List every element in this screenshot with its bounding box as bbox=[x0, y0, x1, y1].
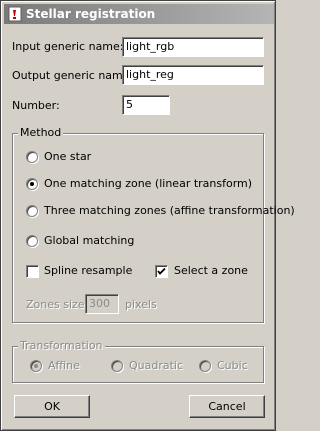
input-generic-name-label: Input generic name: bbox=[12, 40, 124, 53]
method-one-star-radio[interactable] bbox=[26, 151, 38, 163]
output-generic-name-label: Output generic name: bbox=[12, 69, 134, 82]
zones-size-unit: pixels bbox=[125, 298, 157, 311]
transformation-quadratic-radio[interactable] bbox=[111, 360, 123, 372]
number-field[interactable]: 5 bbox=[122, 95, 170, 115]
method-global-matching-radio[interactable] bbox=[26, 235, 38, 247]
spline-resample-label[interactable]: Spline resample bbox=[44, 264, 132, 277]
cancel-button[interactable]: Cancel bbox=[189, 395, 265, 418]
radio-selected-dot bbox=[30, 182, 34, 186]
number-label: Number: bbox=[12, 99, 60, 112]
method-one-star-label[interactable]: One star bbox=[44, 150, 91, 163]
window-title: Stellar registration bbox=[26, 7, 156, 21]
select-zone-label[interactable]: Select a zone bbox=[174, 264, 248, 277]
radio-selected-dot bbox=[34, 364, 38, 368]
stellar-registration-dialog: Stellar registration Input generic name:… bbox=[0, 0, 295, 431]
zones-size-field[interactable]: 300 bbox=[85, 294, 119, 314]
method-group-title: Method bbox=[18, 126, 64, 139]
method-global-matching-label[interactable]: Global matching bbox=[44, 234, 134, 247]
method-three-matching-zones-radio[interactable] bbox=[26, 205, 38, 217]
transformation-quadratic-label[interactable]: Quadratic bbox=[129, 359, 183, 372]
transformation-cubic-label[interactable]: Cubic bbox=[217, 359, 248, 372]
output-generic-name-field[interactable]: light_reg bbox=[122, 65, 264, 85]
app-icon bbox=[7, 6, 23, 22]
checkmark-icon bbox=[157, 267, 166, 275]
select-zone-checkbox[interactable] bbox=[155, 265, 168, 278]
method-one-matching-zone-label[interactable]: One matching zone (linear transform) bbox=[44, 177, 252, 190]
zones-size-label: Zones size: bbox=[26, 298, 89, 311]
transformation-group-title: Transformation bbox=[18, 339, 105, 352]
transformation-cubic-radio[interactable] bbox=[199, 360, 211, 372]
title-bar: Stellar registration bbox=[4, 4, 274, 24]
transformation-affine-radio[interactable] bbox=[30, 360, 42, 372]
spline-resample-checkbox[interactable] bbox=[26, 265, 39, 278]
method-one-matching-zone-radio[interactable] bbox=[26, 178, 38, 190]
input-generic-name-field[interactable]: light_rgb bbox=[122, 37, 264, 57]
method-three-matching-zones-label[interactable]: Three matching zones (affine transformat… bbox=[44, 204, 295, 217]
ok-button[interactable]: OK bbox=[14, 395, 90, 418]
transformation-affine-label[interactable]: Affine bbox=[48, 359, 80, 372]
